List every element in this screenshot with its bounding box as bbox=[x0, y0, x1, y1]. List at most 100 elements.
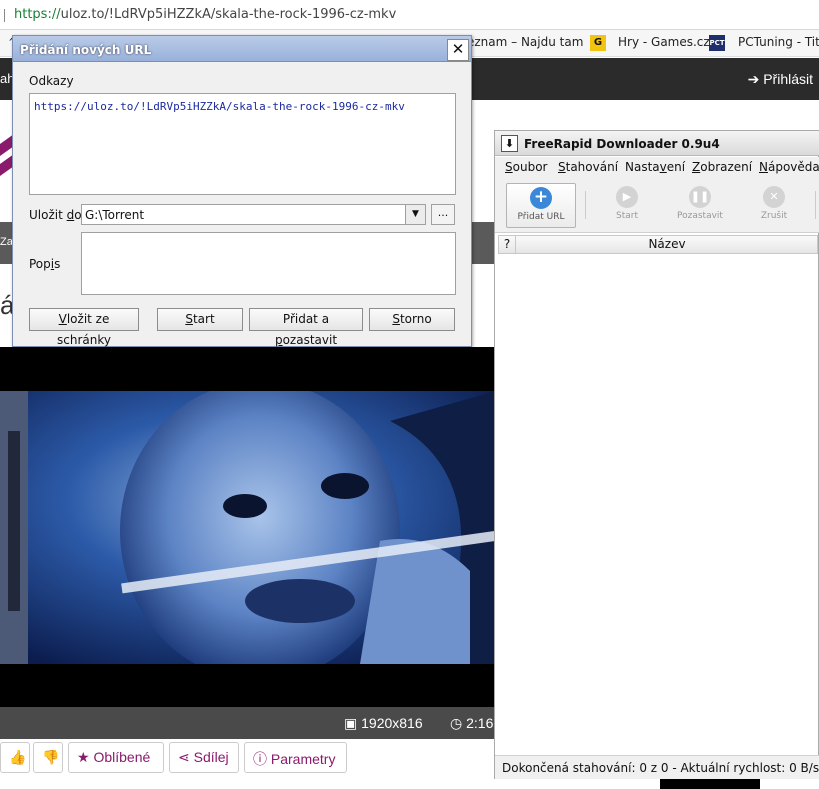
login-icon: ➔ bbox=[747, 71, 760, 87]
dialog-titlebar[interactable]: Přidání nových URL ✕ bbox=[13, 36, 471, 62]
plus-icon: + bbox=[530, 187, 552, 209]
menu-help[interactable]: Nápověda bbox=[759, 160, 819, 174]
parameters-label: Parametry bbox=[270, 751, 336, 767]
login-label: Přihlásit bbox=[763, 71, 813, 87]
resolution-text: 1920x816 bbox=[361, 715, 423, 731]
menu-file-rest: oubor bbox=[512, 160, 548, 174]
close-icon: ✕ bbox=[451, 40, 465, 58]
image-icon: ▣ bbox=[344, 715, 358, 731]
menu-view[interactable]: Zobrazení bbox=[692, 160, 752, 174]
address-bar[interactable]: https://uloz.to/!LdRVp5iHZZkA/skala-the-… bbox=[0, 0, 819, 30]
duration-text: 2:16 bbox=[466, 715, 494, 731]
toolbar-separator bbox=[585, 191, 586, 219]
add-pause-label-b: ozastavit bbox=[282, 333, 338, 347]
add-and-pause-button[interactable]: Přidat a pozastavit bbox=[249, 308, 363, 347]
dislike-button[interactable]: 👎 bbox=[33, 742, 63, 773]
share-icon: ⋖ bbox=[178, 749, 190, 765]
paste-label-mnemonic: V bbox=[58, 312, 67, 326]
menu-downloads-mnemonic: S bbox=[558, 160, 566, 174]
freerapid-window: ⬇ FreeRapid Downloader 0.9u4 Soubor Stah… bbox=[494, 130, 819, 779]
menu-settings-mnemonic: v bbox=[659, 160, 667, 174]
star-icon: ★ bbox=[77, 749, 90, 765]
url-text: uloz.to/!LdRVp5iHZZkA/skala-the-rock-199… bbox=[60, 7, 397, 22]
add-url-button[interactable]: + Přidat URL bbox=[506, 183, 576, 228]
frd-cancel-button[interactable]: ✕ Zrušit bbox=[739, 183, 809, 228]
video-preview[interactable] bbox=[0, 347, 496, 707]
pctuning-icon: PCT bbox=[709, 35, 725, 51]
info-icon: ⓘ bbox=[253, 751, 267, 767]
bookmark-pctuning[interactable]: PCTuning - Titu bbox=[738, 35, 819, 49]
description-label-b: s bbox=[54, 257, 61, 271]
save-path-combobox[interactable]: G:\Torrent ▼ bbox=[81, 204, 426, 225]
bookmark-games[interactable]: Hry - Games.cz bbox=[618, 35, 710, 49]
start-button[interactable]: Start bbox=[157, 308, 243, 331]
like-button[interactable]: 👍 bbox=[0, 742, 30, 773]
frd-toolbar: + Přidat URL ▶ Start ❚❚ Pozastavit ✕ Zru… bbox=[495, 179, 819, 233]
download-arrow-icon: ⬇ bbox=[501, 135, 518, 152]
share-label: Sdílej bbox=[193, 749, 229, 765]
video-info-bar: ▣ 1920x816 ◷ 2:16 bbox=[0, 707, 496, 739]
page-fragment-dark bbox=[660, 779, 760, 789]
favorite-label: Oblíbené bbox=[93, 749, 151, 765]
frd-start-label: Start bbox=[616, 211, 638, 221]
start-label-b: tart bbox=[192, 312, 215, 326]
menu-settings-rest: ení bbox=[666, 160, 686, 174]
menu-downloads[interactable]: Stahování bbox=[558, 160, 618, 174]
description-label-a: Pop bbox=[29, 257, 51, 271]
frd-title: FreeRapid Downloader 0.9u4 bbox=[524, 137, 720, 151]
resolution-info: ▣ 1920x816 bbox=[344, 715, 423, 732]
cancel-x-icon: ✕ bbox=[763, 186, 785, 208]
save-to-label-a: Uložit bbox=[29, 208, 67, 222]
menu-settings[interactable]: Nastavení bbox=[625, 160, 685, 174]
menu-view-mnemonic: Z bbox=[692, 160, 701, 174]
column-status[interactable]: ? bbox=[499, 236, 516, 253]
parameters-button[interactable]: ⓘ Parametry bbox=[244, 742, 347, 773]
frd-titlebar[interactable]: ⬇ FreeRapid Downloader 0.9u4 bbox=[495, 131, 819, 156]
dialog-title: Přidání nových URL bbox=[20, 43, 152, 57]
start-label-mnemonic: S bbox=[185, 312, 193, 326]
thumbs-down-icon: 👎 bbox=[42, 749, 60, 765]
favorite-button[interactable]: ★ Oblíbené bbox=[68, 742, 164, 773]
description-label: Popis bbox=[29, 257, 60, 271]
description-text-cutoff bbox=[0, 779, 496, 789]
thumbs-up-icon: 👍 bbox=[9, 749, 27, 765]
frd-statusbar: Dokončená stahování: 0 z 0 - Aktuální ry… bbox=[495, 755, 819, 779]
frd-start-button[interactable]: ▶ Start bbox=[592, 183, 662, 228]
category-bar-text: Za bbox=[0, 236, 13, 248]
frd-pause-button[interactable]: ❚❚ Pozastavit bbox=[665, 183, 735, 228]
pause-icon: ❚❚ bbox=[689, 186, 711, 208]
browse-button[interactable]: ... bbox=[431, 204, 455, 225]
links-textarea[interactable]: https://uloz.to/!LdRVp5iHZZkA/skala-the-… bbox=[29, 93, 456, 195]
dialog-close-button[interactable]: ✕ bbox=[447, 39, 469, 61]
add-url-dialog: Přidání nových URL ✕ Odkazy https://uloz… bbox=[12, 35, 472, 347]
save-to-label: Uložit do bbox=[29, 208, 82, 222]
cancel-button[interactable]: Storno bbox=[369, 308, 455, 331]
duration-info: ◷ 2:16 bbox=[450, 715, 493, 732]
column-name[interactable]: Název bbox=[517, 236, 817, 253]
add-url-label: Přidat URL bbox=[517, 212, 565, 222]
chevron-down-icon[interactable]: ▼ bbox=[405, 205, 425, 224]
games-cz-icon: G bbox=[590, 35, 606, 51]
address-divider bbox=[4, 9, 5, 22]
menu-help-rest: ápověda bbox=[767, 160, 819, 174]
bookmark-seznam[interactable]: eznam – Najdu tam bbox=[467, 35, 583, 49]
toolbar-separator-2 bbox=[815, 191, 816, 219]
menu-downloads-rest: tahování bbox=[565, 160, 619, 174]
login-link[interactable]: ➔ Přihlásit bbox=[748, 71, 813, 88]
description-textarea[interactable] bbox=[81, 232, 456, 295]
share-button[interactable]: ⋖ Sdílej bbox=[169, 742, 239, 773]
frd-cancel-label: Zrušit bbox=[760, 211, 788, 221]
video-frame-image bbox=[0, 391, 496, 664]
url-protocol: https:// bbox=[14, 7, 61, 22]
frd-menubar: Soubor Stahování Nastavení Zobrazení Náp… bbox=[495, 157, 819, 179]
menu-view-rest: obrazení bbox=[700, 160, 753, 174]
frd-pause-label: Pozastavit bbox=[677, 211, 723, 221]
menu-help-mnemonic: N bbox=[759, 160, 768, 174]
menu-file[interactable]: Soubor bbox=[505, 160, 547, 174]
paste-from-clipboard-button[interactable]: Vložit ze schránky bbox=[29, 308, 139, 347]
cancel-label-mnemonic: S bbox=[392, 312, 400, 326]
links-label: Odkazy bbox=[29, 74, 74, 88]
downloads-table-header: ? Název bbox=[498, 235, 818, 254]
menu-settings-pre: Nasta bbox=[625, 160, 660, 174]
play-icon: ▶ bbox=[616, 186, 638, 208]
